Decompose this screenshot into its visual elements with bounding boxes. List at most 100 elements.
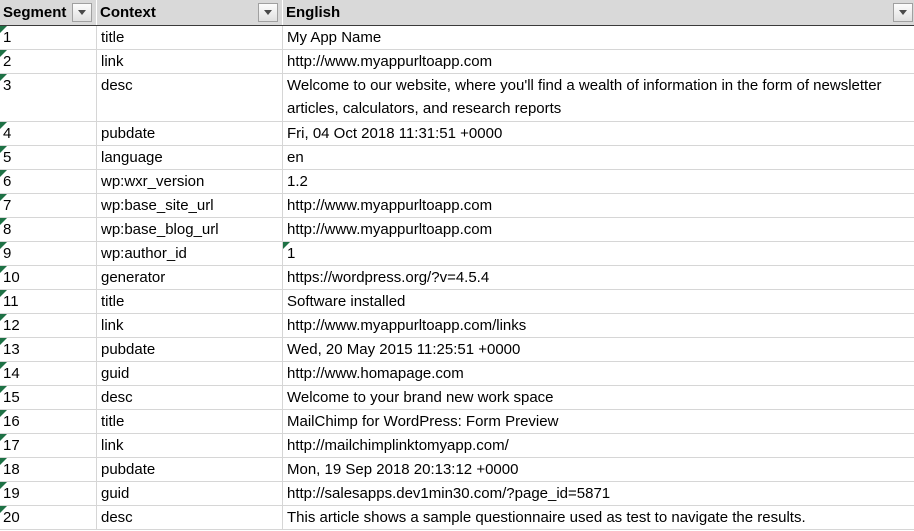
context-cell[interactable]: guid — [97, 362, 283, 386]
cell-text: generator — [101, 266, 165, 289]
segment-cell[interactable]: 7 — [0, 194, 97, 218]
english-cell[interactable]: http://www.myappurltoapp.com/links — [283, 314, 914, 338]
context-cell[interactable]: link — [97, 314, 283, 338]
english-cell[interactable]: Welcome to our website, where you'll fin… — [283, 74, 914, 122]
english-cell[interactable]: Software installed — [283, 290, 914, 314]
cell-text: My App Name — [287, 26, 381, 49]
table-row: 3descWelcome to our website, where you'l… — [0, 74, 914, 122]
segment-cell[interactable]: 1 — [0, 26, 97, 50]
segment-cell[interactable]: 11 — [0, 290, 97, 314]
error-flag-icon — [0, 146, 7, 153]
context-cell[interactable]: pubdate — [97, 458, 283, 482]
english-cell[interactable]: My App Name — [283, 26, 914, 50]
context-cell[interactable]: desc — [97, 506, 283, 530]
table-row: 1title My App Name — [0, 26, 914, 50]
cell-text: en — [287, 146, 304, 169]
error-flag-icon — [0, 194, 7, 201]
column-header-context[interactable]: Context — [97, 0, 283, 25]
segment-cell[interactable]: 18 — [0, 458, 97, 482]
context-cell[interactable]: desc — [97, 74, 283, 122]
cell-text: title — [101, 410, 124, 433]
cell-text: title — [101, 26, 124, 49]
filter-dropdown-button[interactable] — [893, 3, 913, 22]
column-header-english[interactable]: English — [283, 0, 914, 25]
segment-cell[interactable]: 20 — [0, 506, 97, 530]
filter-dropdown-button[interactable] — [258, 3, 278, 22]
english-cell[interactable]: MailChimp for WordPress: Form Preview — [283, 410, 914, 434]
segment-cell[interactable]: 5 — [0, 146, 97, 170]
english-cell[interactable]: http://www.homapage.com — [283, 362, 914, 386]
segment-cell[interactable]: 16 — [0, 410, 97, 434]
context-cell[interactable]: pubdate — [97, 338, 283, 362]
chevron-down-icon — [899, 10, 907, 15]
segment-cell[interactable]: 2 — [0, 50, 97, 74]
context-cell[interactable]: language — [97, 146, 283, 170]
error-flag-icon — [0, 506, 7, 513]
english-cell[interactable]: Wed, 20 May 2015 11:25:51 +0000 — [283, 338, 914, 362]
segment-cell[interactable]: 4 — [0, 122, 97, 146]
english-cell[interactable]: http://www.myappurltoapp.com — [283, 194, 914, 218]
english-cell[interactable]: http://mailchimplinktomyapp.com/ — [283, 434, 914, 458]
english-cell[interactable]: Fri, 04 Oct 2018 11:31:51 +0000 — [283, 122, 914, 146]
table-row: 13pubdateWed, 20 May 2015 11:25:51 +0000 — [0, 338, 914, 362]
cell-text: Software installed — [287, 290, 405, 313]
english-cell[interactable]: Mon, 19 Sep 2018 20:13:12 +0000 — [283, 458, 914, 482]
error-flag-icon — [0, 218, 7, 225]
context-cell[interactable]: link — [97, 434, 283, 458]
context-cell[interactable]: title — [97, 26, 283, 50]
english-cell[interactable]: This article shows a sample questionnair… — [283, 506, 914, 530]
cell-text: Wed, 20 May 2015 11:25:51 +0000 — [287, 338, 520, 361]
context-cell[interactable]: title — [97, 290, 283, 314]
context-cell[interactable]: link — [97, 50, 283, 74]
error-flag-icon — [0, 338, 7, 345]
table-row: 6wp:wxr_version1.2 — [0, 170, 914, 194]
context-cell[interactable]: pubdate — [97, 122, 283, 146]
english-cell[interactable]: http://www.myappurltoapp.com — [283, 218, 914, 242]
english-cell[interactable]: https://wordpress.org/?v=4.5.4 — [283, 266, 914, 290]
context-cell[interactable]: wp:base_blog_url — [97, 218, 283, 242]
cell-text: link — [101, 314, 124, 337]
segment-cell[interactable]: 3 — [0, 74, 97, 122]
cell-text: wp:base_blog_url — [101, 218, 219, 241]
segment-cell[interactable]: 9 — [0, 242, 97, 266]
error-flag-icon — [0, 482, 7, 489]
filter-dropdown-button[interactable] — [72, 3, 92, 22]
context-cell[interactable]: wp:base_site_url — [97, 194, 283, 218]
context-cell[interactable]: generator — [97, 266, 283, 290]
error-flag-icon — [0, 410, 7, 417]
table-row: 18pubdateMon, 19 Sep 2018 20:13:12 +0000 — [0, 458, 914, 482]
cell-text: language — [101, 146, 163, 169]
context-cell[interactable]: wp:author_id — [97, 242, 283, 266]
english-cell[interactable]: 1.2 — [283, 170, 914, 194]
error-flag-icon — [0, 26, 7, 33]
segment-cell[interactable]: 12 — [0, 314, 97, 338]
english-cell[interactable]: Welcome to your brand new work space — [283, 386, 914, 410]
segment-cell[interactable]: 6 — [0, 170, 97, 194]
segment-cell[interactable]: 19 — [0, 482, 97, 506]
context-cell[interactable]: desc — [97, 386, 283, 410]
cell-text: link — [101, 434, 124, 457]
context-cell[interactable]: wp:wxr_version — [97, 170, 283, 194]
segment-cell[interactable]: 13 — [0, 338, 97, 362]
segment-cell[interactable]: 10 — [0, 266, 97, 290]
english-cell[interactable]: http://salesapps.dev1min30.com/?page_id=… — [283, 482, 914, 506]
segment-cell[interactable]: 17 — [0, 434, 97, 458]
table-row: 17link http://mailchimplinktomyapp.com/ — [0, 434, 914, 458]
context-cell[interactable]: guid — [97, 482, 283, 506]
segment-cell[interactable]: 8 — [0, 218, 97, 242]
cell-text: guid — [101, 362, 129, 385]
table-row: 2linkhttp://www.myappurltoapp.com — [0, 50, 914, 74]
column-header-segment[interactable]: Segment — [0, 0, 97, 25]
cell-text: wp:author_id — [101, 242, 187, 265]
segment-cell[interactable]: 14 — [0, 362, 97, 386]
english-cell[interactable]: http://www.myappurltoapp.com — [283, 50, 914, 74]
cell-text: https://wordpress.org/?v=4.5.4 — [287, 266, 489, 289]
segment-cell[interactable]: 15 — [0, 386, 97, 410]
cell-text: http://salesapps.dev1min30.com/?page_id=… — [287, 482, 610, 505]
english-cell[interactable]: en — [283, 146, 914, 170]
cell-text: http://www.myappurltoapp.com — [287, 50, 492, 73]
table-row: 19guidhttp://salesapps.dev1min30.com/?pa… — [0, 482, 914, 506]
error-flag-icon — [0, 122, 7, 129]
english-cell[interactable]: 1 — [283, 242, 914, 266]
context-cell[interactable]: title — [97, 410, 283, 434]
